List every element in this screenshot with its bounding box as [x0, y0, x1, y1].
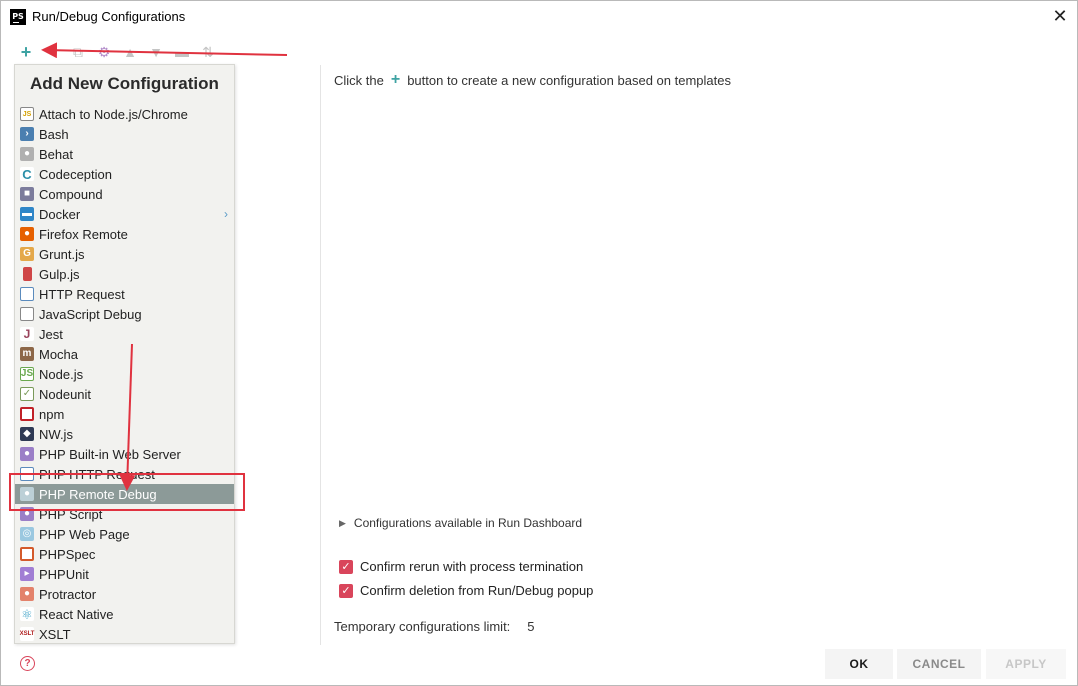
edit-templates-gear-icon[interactable]: ⚙: [91, 41, 117, 63]
sort-button[interactable]: ⇅: [195, 41, 221, 63]
gulp-icon: [23, 267, 32, 281]
behat-icon: ●: [20, 147, 34, 161]
confirm-rerun-row[interactable]: ✓ Confirm rerun with process termination: [339, 559, 583, 574]
config-type-nwjs[interactable]: ◆ NW.js: [15, 424, 234, 444]
add-configuration-button[interactable]: +: [13, 41, 39, 63]
title-bar: PS Run/Debug Configurations ✕: [1, 1, 1077, 32]
run-debug-dialog: PS Run/Debug Configurations ✕ + − ⧉ ⚙ ▲ …: [0, 0, 1078, 686]
config-type-php-builtin-server[interactable]: ● PHP Built-in Web Server: [15, 444, 234, 464]
run-dashboard-expander[interactable]: ▶ Configurations available in Run Dashbo…: [339, 516, 582, 530]
http-request-icon: [20, 287, 34, 301]
phpspec-icon: [20, 547, 34, 561]
copy-configuration-button[interactable]: ⧉: [65, 41, 91, 63]
config-type-http-request[interactable]: HTTP Request: [15, 284, 234, 304]
xslt-icon: XSLT: [20, 627, 34, 641]
empty-state-hint: Click the + button to create a new confi…: [334, 71, 731, 88]
temp-limit-label: Temporary configurations limit:: [334, 619, 511, 634]
cancel-button[interactable]: CANCEL: [897, 649, 981, 679]
confirm-deletion-row[interactable]: ✓ Confirm deletion from Run/Debug popup: [339, 583, 593, 598]
npm-icon: [20, 407, 34, 421]
config-type-gulp[interactable]: Gulp.js: [15, 264, 234, 284]
config-type-nodejs[interactable]: JS Node.js: [15, 364, 234, 384]
remove-configuration-button[interactable]: −: [39, 41, 65, 63]
config-type-npm[interactable]: npm: [15, 404, 234, 424]
plus-icon: +: [390, 71, 401, 88]
javascript-debug-icon: [20, 307, 34, 321]
config-type-react-native[interactable]: ⚛ React Native: [15, 604, 234, 624]
close-icon[interactable]: ✕: [1047, 4, 1073, 28]
move-down-button[interactable]: ▼: [143, 41, 169, 63]
config-type-behat[interactable]: ● Behat: [15, 144, 234, 164]
ok-button[interactable]: OK: [825, 649, 893, 679]
config-type-nodeunit[interactable]: ✓ Nodeunit: [15, 384, 234, 404]
config-type-protractor[interactable]: ● Protractor: [15, 584, 234, 604]
protractor-icon: ●: [20, 587, 34, 601]
confirm-rerun-checkbox[interactable]: ✓: [339, 559, 353, 574]
config-type-jest[interactable]: J Jest: [15, 324, 234, 344]
php-builtin-server-icon: ●: [20, 447, 34, 461]
php-web-page-icon: ◎: [20, 527, 34, 541]
config-type-phpspec[interactable]: PHPSpec: [15, 544, 234, 564]
config-type-codeception[interactable]: C Codeception: [15, 164, 234, 184]
config-type-mocha[interactable]: m Mocha: [15, 344, 234, 364]
jest-icon: J: [20, 327, 34, 341]
confirm-deletion-checkbox[interactable]: ✓: [339, 583, 353, 598]
folder-button[interactable]: ▬: [169, 41, 195, 63]
add-new-configuration-popup: Add New Configuration JS Attach to Node.j…: [14, 64, 235, 644]
config-type-docker[interactable]: ▬ Docker ›: [15, 204, 234, 224]
config-type-php-web-page[interactable]: ◎ PHP Web Page: [15, 524, 234, 544]
apply-button[interactable]: APPLY: [986, 649, 1066, 679]
chevron-right-icon: ›: [224, 207, 228, 221]
firefox-icon: ●: [20, 227, 34, 241]
nodeunit-icon: ✓: [20, 387, 34, 401]
config-type-bash[interactable]: › Bash: [15, 124, 234, 144]
config-type-firefox-remote[interactable]: ● Firefox Remote: [15, 224, 234, 244]
window-title: Run/Debug Configurations: [32, 9, 186, 24]
temp-limit-input[interactable]: 5: [527, 619, 534, 634]
configuration-type-list: JS Attach to Node.js/Chrome › Bash ● Behat …: [15, 104, 234, 644]
config-type-compound[interactable]: ■ Compound: [15, 184, 234, 204]
config-type-grunt[interactable]: G Grunt.js: [15, 244, 234, 264]
annotation-highlight-box: [9, 473, 245, 511]
config-type-javascript-debug[interactable]: JavaScript Debug: [15, 304, 234, 324]
config-toolbar: + − ⧉ ⚙ ▲ ▼ ▬ ⇅: [13, 41, 221, 63]
react-native-icon: ⚛: [20, 606, 34, 622]
grunt-icon: G: [20, 247, 34, 261]
move-up-button[interactable]: ▲: [117, 41, 143, 63]
config-type-phpunit[interactable]: ▸ PHPUnit: [15, 564, 234, 584]
codeception-icon: C: [20, 167, 34, 181]
compound-icon: ■: [20, 187, 34, 201]
bash-icon: ›: [20, 127, 34, 141]
phpunit-icon: ▸: [20, 567, 34, 581]
attach-nodejs-icon: JS: [20, 107, 34, 121]
nodejs-icon: JS: [20, 367, 34, 381]
phpstorm-app-icon: PS: [10, 8, 26, 25]
popup-title: Add New Configuration: [30, 74, 219, 93]
config-type-xslt[interactable]: XSLT XSLT: [15, 624, 234, 644]
chevron-right-icon: ▶: [339, 517, 346, 528]
config-type-attach-nodejs[interactable]: JS Attach to Node.js/Chrome: [15, 104, 234, 124]
mocha-icon: m: [20, 347, 34, 361]
temp-config-limit-row: Temporary configurations limit: 5: [334, 619, 535, 634]
nwjs-icon: ◆: [20, 427, 34, 441]
help-icon[interactable]: ?: [20, 656, 35, 671]
docker-icon: ▬: [20, 207, 34, 221]
